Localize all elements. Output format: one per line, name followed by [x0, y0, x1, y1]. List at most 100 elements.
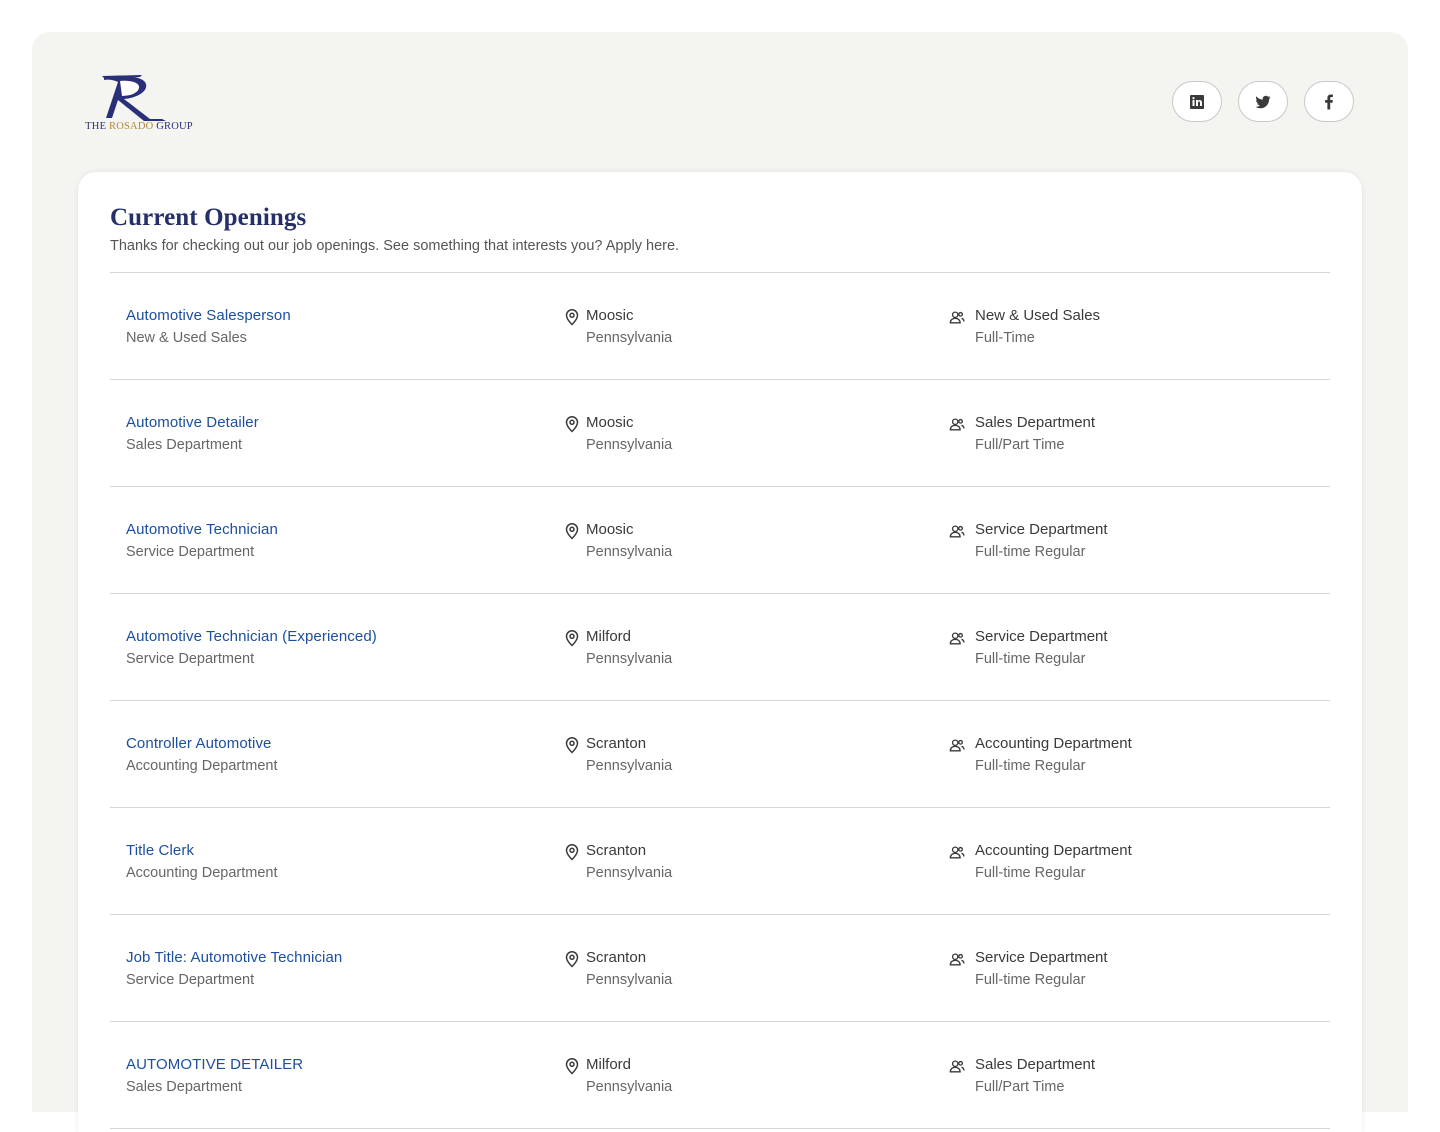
linkedin-button[interactable] [1172, 81, 1222, 122]
job-city: Scranton [586, 842, 647, 859]
page-title: Current Openings [110, 204, 307, 231]
job-location-column: Moosic Pennsylvania [564, 521, 672, 560]
map-pin-icon [564, 522, 580, 540]
logo-name: ROSADO [109, 121, 154, 132]
users-icon [949, 843, 965, 861]
job-team-column: Service Department Full-time Regular [949, 628, 1108, 667]
job-employment-type: Full-Time [975, 330, 1035, 346]
job-location-column: Scranton Pennsylvania [564, 735, 672, 774]
job-location-column: Moosic Pennsylvania [564, 307, 672, 346]
job-team-column: Accounting Department Full-time Regular [949, 735, 1132, 774]
job-list: Automotive Salesperson New & Used Sales … [110, 272, 1330, 1129]
openings-card: Current Openings Thanks for checking out… [78, 172, 1362, 1132]
job-state: Pennsylvania [586, 651, 673, 667]
job-state: Pennsylvania [586, 972, 673, 988]
job-department: Service Department [126, 972, 255, 988]
job-department: Accounting Department [126, 865, 278, 881]
job-employment-type: Full-time Regular [975, 972, 1086, 988]
job-row[interactable]: Title Clerk Accounting Department Scrant… [110, 808, 1330, 915]
page-container: THE ROSADO GROUP Current Openings Thanks… [32, 32, 1408, 1132]
job-location-column: Moosic Pennsylvania [564, 414, 672, 453]
job-department: Sales Department [126, 437, 243, 453]
facebook-icon [1325, 94, 1333, 109]
job-team-column: Service Department Full-time Regular [949, 949, 1108, 988]
job-team: Accounting Department [975, 735, 1132, 752]
job-team: Sales Department [975, 1056, 1096, 1073]
job-title-column: Controller Automotive Accounting Departm… [126, 735, 278, 774]
job-team: Service Department [975, 521, 1108, 538]
job-title-link[interactable]: Automotive Technician (Experienced) [126, 628, 377, 645]
job-location-column: Milford Pennsylvania [564, 1056, 672, 1095]
users-icon [949, 950, 965, 968]
map-pin-icon [564, 843, 580, 861]
job-employment-type: Full/Part Time [975, 1079, 1065, 1095]
job-team: Sales Department [975, 414, 1096, 431]
job-employment-type: Full-time Regular [975, 865, 1086, 881]
job-row[interactable]: Automotive Technician Service Department… [110, 487, 1330, 594]
job-row[interactable]: Controller Automotive Accounting Departm… [110, 701, 1330, 808]
rosado-r-logo-icon [102, 75, 166, 121]
job-city: Scranton [586, 735, 647, 752]
job-row[interactable]: Automotive Detailer Sales Department Moo… [110, 380, 1330, 487]
logo-group: GROUP [156, 121, 193, 132]
job-city: Moosic [586, 521, 634, 538]
job-employment-type: Full-time Regular [975, 758, 1086, 774]
logo-wordmark: THE ROSADO GROUP [80, 121, 198, 132]
job-state: Pennsylvania [586, 544, 673, 560]
job-state: Pennsylvania [586, 1079, 673, 1095]
job-team: Service Department [975, 628, 1108, 645]
users-icon [949, 522, 965, 540]
map-pin-icon [564, 950, 580, 968]
job-row[interactable]: Automotive Salesperson New & Used Sales … [110, 273, 1330, 380]
facebook-button[interactable] [1304, 81, 1354, 122]
job-title-column: Automotive Detailer Sales Department [126, 414, 259, 453]
job-employment-type: Full-time Regular [975, 544, 1086, 560]
job-city: Moosic [586, 307, 634, 324]
map-pin-icon [564, 415, 580, 433]
job-state: Pennsylvania [586, 437, 673, 453]
job-title-link[interactable]: Automotive Salesperson [126, 307, 291, 324]
job-city: Milford [586, 1056, 632, 1073]
job-department: Sales Department [126, 1079, 243, 1095]
job-employment-type: Full/Part Time [975, 437, 1065, 453]
twitter-button[interactable] [1238, 81, 1288, 122]
job-team-column: Service Department Full-time Regular [949, 521, 1108, 560]
company-logo[interactable]: THE ROSADO GROUP [80, 74, 198, 138]
users-icon [949, 415, 965, 433]
job-row[interactable]: Automotive Technician (Experienced) Serv… [110, 594, 1330, 701]
map-pin-icon [564, 1057, 580, 1075]
job-department: Service Department [126, 651, 255, 667]
job-city: Moosic [586, 414, 634, 431]
job-team: Accounting Department [975, 842, 1132, 859]
map-pin-icon [564, 629, 580, 647]
job-team-column: New & Used Sales Full-Time [949, 307, 1100, 346]
job-department: Accounting Department [126, 758, 278, 774]
job-team-column: Accounting Department Full-time Regular [949, 842, 1132, 881]
job-location-column: Scranton Pennsylvania [564, 949, 672, 988]
job-title-link[interactable]: Controller Automotive [126, 735, 278, 752]
job-title-column: Title Clerk Accounting Department [126, 842, 278, 881]
job-title-link[interactable]: Automotive Technician [126, 521, 278, 538]
job-state: Pennsylvania [586, 758, 673, 774]
users-icon [949, 736, 965, 754]
job-row[interactable]: Job Title: Automotive Technician Service… [110, 915, 1330, 1022]
social-links [1172, 81, 1354, 122]
job-title-column: Automotive Technician Service Department [126, 521, 278, 560]
job-state: Pennsylvania [586, 330, 673, 346]
job-title-link[interactable]: Title Clerk [126, 842, 278, 859]
users-icon [949, 629, 965, 647]
job-location-column: Scranton Pennsylvania [564, 842, 672, 881]
job-title-column: Automotive Technician (Experienced) Serv… [126, 628, 377, 667]
job-title-link[interactable]: Job Title: Automotive Technician [126, 949, 342, 966]
page-subtitle: Thanks for checking out our job openings… [110, 238, 680, 254]
job-title-link[interactable]: AUTOMOTIVE DETAILER [126, 1056, 303, 1073]
job-employment-type: Full-time Regular [975, 651, 1086, 667]
job-city: Milford [586, 628, 632, 645]
job-row[interactable]: AUTOMOTIVE DETAILER Sales Department Mil… [110, 1022, 1330, 1129]
job-title-column: Job Title: Automotive Technician Service… [126, 949, 342, 988]
users-icon [949, 308, 965, 326]
job-title-link[interactable]: Automotive Detailer [126, 414, 259, 431]
job-department: Service Department [126, 544, 255, 560]
job-title-column: Automotive Salesperson New & Used Sales [126, 307, 291, 346]
map-pin-icon [564, 308, 580, 326]
